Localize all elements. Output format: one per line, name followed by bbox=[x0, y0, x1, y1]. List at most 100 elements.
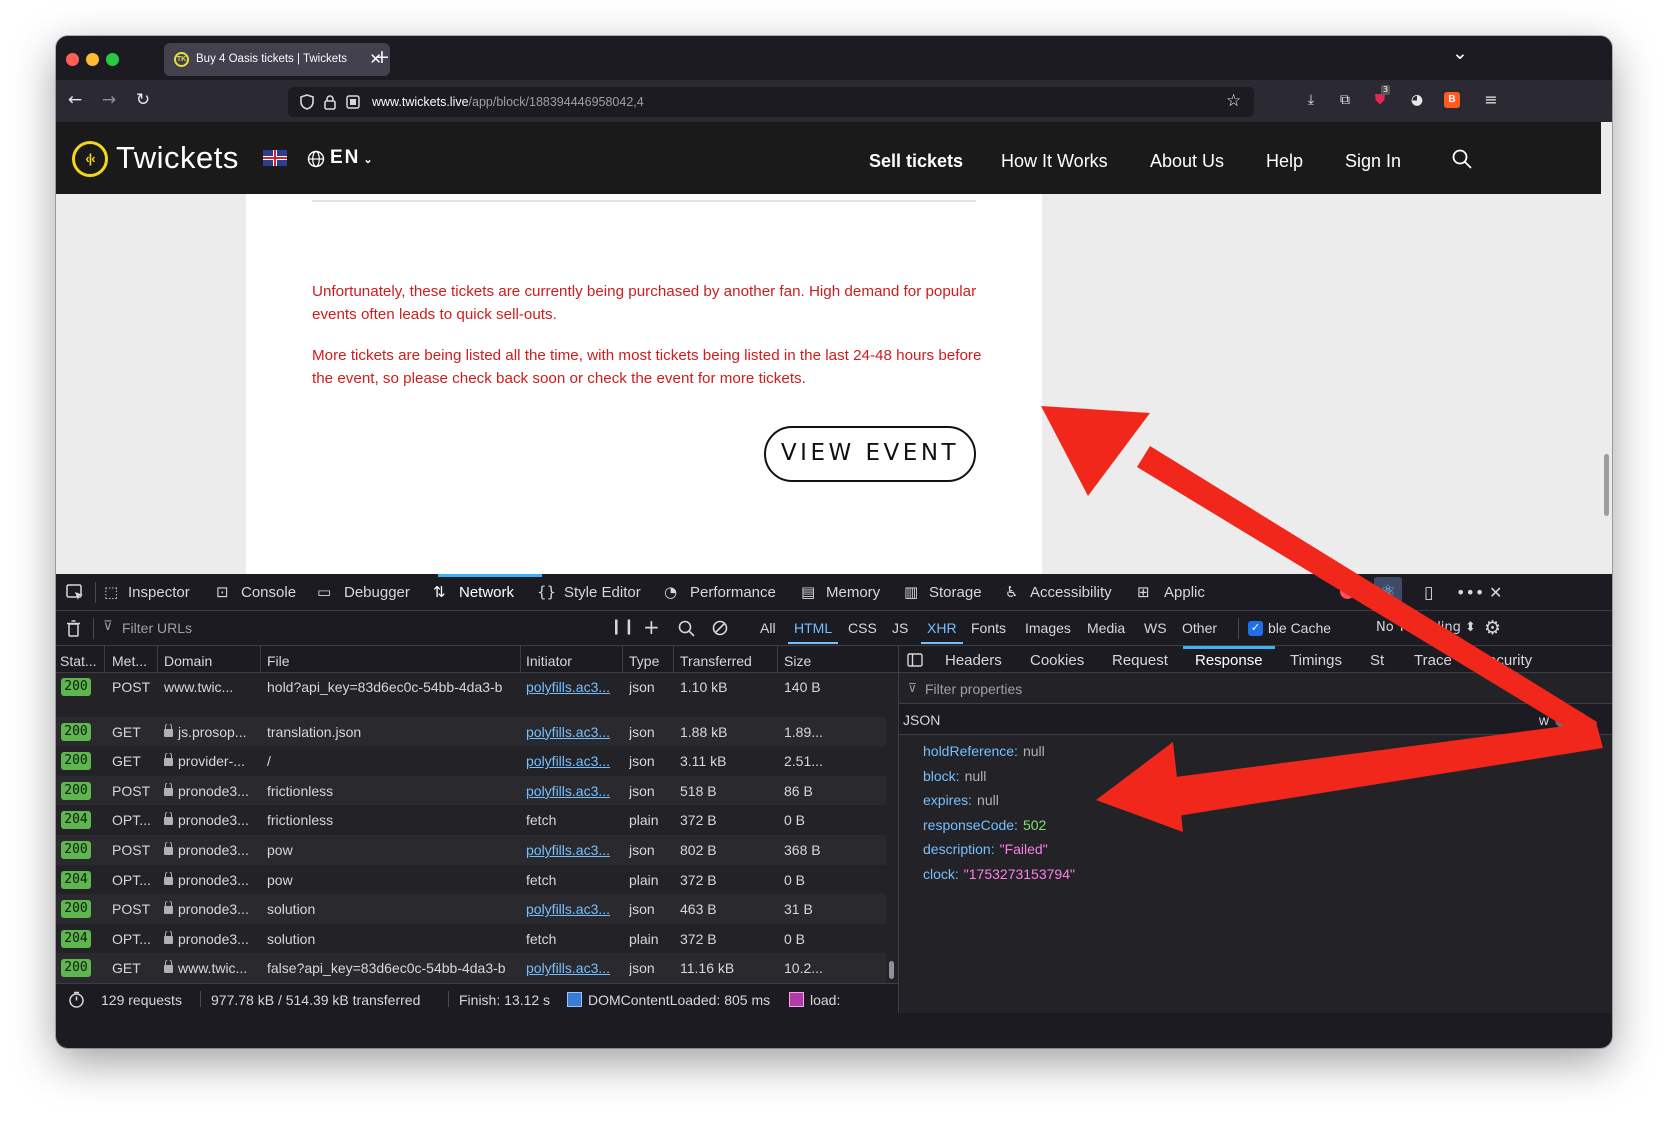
filter-media[interactable]: Media bbox=[1087, 620, 1125, 636]
tab-debugger[interactable]: Debugger bbox=[344, 584, 410, 601]
throttling-select[interactable]: No Throttling ⬍ bbox=[1376, 620, 1476, 635]
tab-stack-trace[interactable]: St bbox=[1370, 652, 1384, 669]
tab-style-editor[interactable]: Style Editor bbox=[564, 584, 641, 601]
element-picker-icon[interactable] bbox=[66, 584, 85, 601]
nav-how-it-works[interactable]: How It Works bbox=[1001, 151, 1108, 172]
cell-initiator[interactable]: polyfills.ac3... bbox=[526, 679, 620, 695]
new-tab-button[interactable]: + bbox=[374, 46, 390, 68]
request-row[interactable]: 200 POST pronode3... frictionless polyfills.… bbox=[56, 775, 886, 806]
lock-icon[interactable] bbox=[324, 94, 336, 110]
downloads-icon[interactable]: ⤓ bbox=[1300, 89, 1322, 111]
minimize-window-button[interactable] bbox=[86, 53, 99, 66]
col-method[interactable]: Met... bbox=[112, 653, 147, 669]
request-row[interactable]: 204 OPT... pronode3... frictionless fetch pla… bbox=[56, 805, 886, 835]
search-network-icon[interactable] bbox=[678, 620, 695, 637]
tab-accessibility[interactable]: Accessibility bbox=[1030, 584, 1112, 601]
tab-application[interactable]: Applic bbox=[1164, 584, 1205, 601]
filter-other[interactable]: Other bbox=[1182, 620, 1217, 636]
toggle-sidebar-icon[interactable] bbox=[907, 653, 923, 667]
tab-performance[interactable]: Performance bbox=[690, 584, 776, 601]
filter-urls-input[interactable]: Filter URLs bbox=[122, 620, 192, 636]
filter-xhr[interactable]: XHR bbox=[921, 620, 963, 644]
page-scrollbar[interactable] bbox=[1601, 122, 1612, 574]
page-info-icon[interactable] bbox=[346, 95, 360, 109]
bookmark-star-icon[interactable]: ☆ bbox=[1226, 91, 1241, 111]
tab-storage[interactable]: Storage bbox=[929, 584, 982, 601]
tab-headers[interactable]: Headers bbox=[945, 652, 1002, 669]
add-request-blocking-icon[interactable]: + bbox=[643, 615, 660, 639]
cell-initiator[interactable]: polyfills.ac3... bbox=[526, 783, 620, 799]
tab-request[interactable]: Request bbox=[1112, 652, 1168, 669]
page-scrollbar-thumb[interactable] bbox=[1604, 454, 1609, 516]
json-property[interactable]: holdReference: null bbox=[923, 743, 1045, 759]
request-row[interactable]: 200 GET provider-... / polyfills.ac3... json 3… bbox=[56, 746, 886, 776]
cell-initiator[interactable]: polyfills.ac3... bbox=[526, 960, 620, 976]
language-selector[interactable]: EN ⌄ bbox=[330, 147, 375, 169]
hamburger-menu-icon[interactable]: ≡ bbox=[1480, 89, 1502, 111]
url-text[interactable]: www.twickets.live/app/block/188394446958… bbox=[372, 95, 644, 109]
filter-css[interactable]: CSS bbox=[848, 620, 877, 636]
col-size[interactable]: Size bbox=[784, 653, 811, 669]
stopwatch-icon[interactable] bbox=[68, 991, 85, 1008]
nav-about-us[interactable]: About Us bbox=[1150, 151, 1224, 172]
forward-icon[interactable]: → bbox=[98, 89, 120, 111]
request-row[interactable]: 200 POST pronode3... solution polyfills.ac3.… bbox=[56, 894, 886, 924]
json-section-header[interactable]: JSON w bbox=[899, 704, 1612, 735]
extension-b-icon[interactable]: B bbox=[1444, 92, 1460, 108]
site-logo-text[interactable]: Twickets bbox=[116, 140, 239, 176]
cell-initiator[interactable]: polyfills.ac3... bbox=[526, 724, 620, 740]
tab-trace[interactable]: Trace bbox=[1414, 652, 1452, 669]
tracking-shield-icon[interactable] bbox=[300, 94, 314, 110]
json-property[interactable]: expires: null bbox=[923, 792, 999, 808]
filter-ws[interactable]: WS bbox=[1144, 620, 1167, 636]
col-type[interactable]: Type bbox=[629, 653, 659, 669]
tab-memory[interactable]: Memory bbox=[826, 584, 880, 601]
col-file[interactable]: File bbox=[267, 653, 290, 669]
json-property[interactable]: clock: "1753273153794" bbox=[923, 866, 1075, 882]
filter-fonts[interactable]: Fonts bbox=[971, 620, 1006, 636]
request-row[interactable]: 200 POST www.twic... hold?api_key=83d6ec0c-… bbox=[56, 672, 886, 700]
col-domain[interactable]: Domain bbox=[164, 653, 212, 669]
request-row[interactable]: 200 POST pronode3... pow polyfills.ac3... jso… bbox=[56, 835, 886, 865]
filter-properties-input[interactable]: ⊽ Filter properties bbox=[899, 673, 1612, 704]
nav-sell-tickets[interactable]: Sell tickets bbox=[869, 151, 963, 172]
col-transferred[interactable]: Transferred bbox=[680, 653, 752, 669]
tab-security[interactable]: Security bbox=[1478, 652, 1532, 669]
cell-initiator[interactable]: polyfills.ac3... bbox=[526, 753, 620, 769]
profile-extension-icon[interactable]: ◕ bbox=[1406, 89, 1428, 111]
json-property[interactable]: description: "Failed" bbox=[923, 841, 1048, 857]
close-devtools-icon[interactable]: ✕ bbox=[1489, 583, 1502, 602]
trash-icon[interactable] bbox=[66, 620, 81, 637]
col-status[interactable]: Stat... bbox=[60, 653, 97, 669]
tab-inspector[interactable]: Inspector bbox=[128, 584, 190, 601]
search-icon[interactable] bbox=[1452, 149, 1472, 169]
responsive-design-icon[interactable]: ▯ bbox=[1424, 583, 1433, 603]
url-bar[interactable]: www.twickets.live/app/block/188394446958… bbox=[288, 87, 1254, 117]
tab-cookies[interactable]: Cookies bbox=[1030, 652, 1084, 669]
filter-all[interactable]: All bbox=[760, 620, 776, 636]
block-icon[interactable] bbox=[712, 620, 729, 637]
disable-cache-checkbox[interactable]: ✓ bbox=[1248, 621, 1263, 636]
twickets-logo-icon[interactable]: ‹|‹ bbox=[72, 141, 108, 177]
request-row[interactable]: 204 OPT... pronode3... pow fetch plain 372 B 0 … bbox=[56, 865, 886, 895]
request-list-scrollbar-thumb[interactable] bbox=[889, 961, 894, 979]
close-window-button[interactable] bbox=[66, 53, 79, 66]
tab-timings[interactable]: Timings bbox=[1290, 652, 1342, 669]
json-property[interactable]: block: null bbox=[923, 768, 986, 784]
react-devtools-icon[interactable]: ⚛ bbox=[1374, 577, 1402, 607]
request-list-scrollbar[interactable] bbox=[886, 673, 898, 983]
extensions-icon[interactable]: ⧉ bbox=[1334, 89, 1356, 111]
network-settings-gear-icon[interactable]: ⚙ bbox=[1484, 617, 1501, 639]
filter-images[interactable]: Images bbox=[1025, 620, 1071, 636]
cell-initiator[interactable]: polyfills.ac3... bbox=[526, 901, 620, 917]
uk-flag-icon[interactable] bbox=[263, 150, 287, 166]
reload-icon[interactable]: ↻ bbox=[132, 89, 154, 111]
maximize-window-button[interactable] bbox=[106, 53, 119, 66]
tab-network[interactable]: Network bbox=[459, 584, 514, 601]
view-event-button[interactable]: VIEW EVENT bbox=[764, 426, 976, 482]
filter-html[interactable]: HTML bbox=[787, 620, 839, 644]
cell-initiator[interactable]: polyfills.ac3... bbox=[526, 842, 620, 858]
browser-tab[interactable]: TK Buy 4 Oasis tickets | Twickets ✕ bbox=[164, 43, 390, 76]
more-options-icon[interactable]: ••• bbox=[1456, 583, 1484, 602]
tab-response[interactable]: Response bbox=[1183, 646, 1275, 669]
